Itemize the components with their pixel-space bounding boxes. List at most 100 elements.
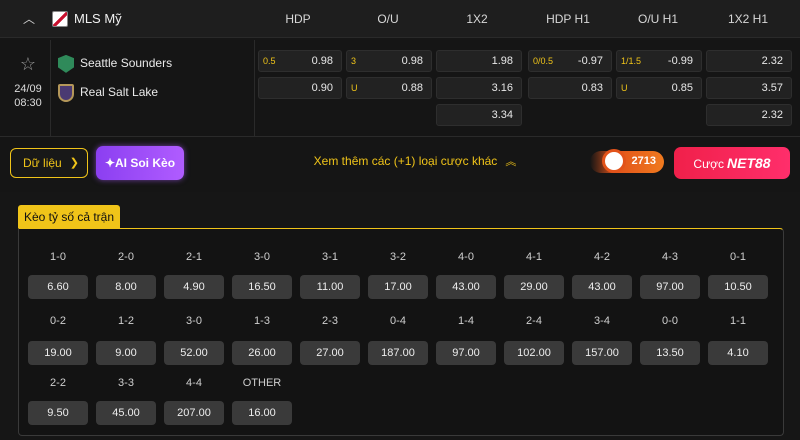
odds-value: 3.57 [761, 82, 783, 94]
odds-hdp-h1-away[interactable]: 0.83 [528, 77, 612, 99]
score-odds-button[interactable]: 16.50 [232, 275, 292, 299]
sparkle-icon: ✦ [104, 156, 116, 170]
hot-count-badge: 2713 [590, 149, 664, 173]
score-odds-button[interactable]: 4.10 [708, 341, 768, 365]
score-label: 1-0 [50, 251, 66, 263]
away-team-name: Real Salt Lake [80, 85, 159, 99]
score-odds-button[interactable]: 6.60 [28, 275, 88, 299]
score-odds-button[interactable]: 4.90 [164, 275, 224, 299]
odds-1x2-h1-draw[interactable]: 2.32 [706, 104, 792, 126]
score-label: 4-1 [526, 251, 542, 263]
odds-line: 3 [351, 56, 357, 66]
score-label: 2-0 [118, 251, 134, 263]
match-time: 08:30 [14, 97, 42, 109]
score-label: 3-0 [254, 251, 270, 263]
col-hdp-h1: HDP H1 [546, 12, 590, 26]
col-hdp: HDP [285, 12, 311, 26]
score-odds-button[interactable]: 13.50 [640, 341, 700, 365]
score-odds-button[interactable]: 8.00 [96, 275, 156, 299]
ai-analysis-button[interactable]: ✦AI Soi Kèo [96, 146, 184, 180]
odds-value: 1.98 [491, 55, 513, 67]
odds-ou-over[interactable]: 3 0.98 [346, 50, 432, 72]
data-button[interactable]: Dữ liệu ❯ [10, 148, 88, 178]
score-label: 0-4 [390, 315, 406, 327]
score-odds-button[interactable]: 16.00 [232, 401, 292, 425]
score-odds-button[interactable]: 27.00 [300, 341, 360, 365]
odds-1x2-draw[interactable]: 3.34 [436, 104, 522, 126]
away-team[interactable]: Real Salt Lake [58, 82, 158, 102]
score-odds-button[interactable]: 26.00 [232, 341, 292, 365]
col-ou: O/U [377, 12, 399, 26]
odds-line: U [351, 83, 358, 93]
odds-line: 0/0.5 [533, 56, 554, 66]
score-label: 4-3 [662, 251, 678, 263]
odds-1x2-home[interactable]: 1.98 [436, 50, 522, 72]
score-odds-button[interactable]: 43.00 [436, 275, 496, 299]
score-odds-button[interactable]: 97.00 [640, 275, 700, 299]
score-odds-button[interactable]: 29.00 [504, 275, 564, 299]
odds-hdp-h1-home[interactable]: 0/0.5 -0.97 [528, 50, 612, 72]
score-label: 2-3 [322, 315, 338, 327]
score-odds-button[interactable]: 52.00 [164, 341, 224, 365]
score-odds-button[interactable]: 43.00 [572, 275, 632, 299]
more-bets-label: Xem thêm các (+1) loại cược khác [313, 154, 498, 168]
league-name: MLS Mỹ [74, 11, 122, 26]
score-odds-button[interactable]: 17.00 [368, 275, 428, 299]
score-label: 0-1 [730, 251, 746, 263]
chevron-up-icon[interactable]: ︿ [22, 12, 36, 26]
score-odds-button[interactable]: 97.00 [436, 341, 496, 365]
odds-ou-under[interactable]: U 0.88 [346, 77, 432, 99]
soccer-ball-icon [602, 149, 626, 173]
favorite-star-icon[interactable]: ☆ [18, 54, 38, 74]
score-odds-button[interactable]: 9.50 [28, 401, 88, 425]
odds-ou-h1-under[interactable]: U 0.85 [616, 77, 702, 99]
odds-value: 0.83 [581, 82, 603, 94]
score-odds-button[interactable]: 10.50 [708, 275, 768, 299]
score-label: 3-2 [390, 251, 406, 263]
odds-1x2-away[interactable]: 3.16 [436, 77, 522, 99]
odds-hdp-home[interactable]: 0.5 0.98 [258, 50, 342, 72]
odds-value: 0.98 [401, 55, 423, 67]
score-odds-button[interactable]: 187.00 [368, 341, 428, 365]
league-header: ︿ MLS Mỹ HDP O/U 1X2 HDP H1 O/U H1 1X2 H… [0, 0, 800, 38]
score-odds-button[interactable]: 207.00 [164, 401, 224, 425]
home-team-name: Seattle Sounders [80, 56, 173, 70]
score-label: OTHER [242, 377, 282, 389]
more-bets-link[interactable]: Xem thêm các (+1) loại cược khác ︽ [255, 153, 575, 169]
odds-line: U [621, 83, 628, 93]
odds-1x2-h1-away[interactable]: 3.57 [706, 77, 792, 99]
score-label: 3-1 [322, 251, 338, 263]
odds-ou-h1-over[interactable]: 1/1.5 -0.99 [616, 50, 702, 72]
score-odds-button[interactable]: 11.00 [300, 275, 360, 299]
score-odds-button[interactable]: 102.00 [504, 341, 564, 365]
score-label: 2-1 [186, 251, 202, 263]
hot-count: 2713 [631, 155, 656, 167]
score-label: 4-4 [186, 377, 202, 389]
match-date: 24/09 [14, 83, 42, 95]
bet-net88-button[interactable]: Cược NET88 [674, 147, 790, 179]
score-odds-button[interactable]: 9.00 [96, 341, 156, 365]
score-label: 4-0 [458, 251, 474, 263]
odds-value: 0.90 [311, 82, 333, 94]
data-button-label: Dữ liệu [23, 156, 62, 170]
odds-value: 3.34 [491, 109, 513, 121]
score-odds-button[interactable]: 19.00 [28, 341, 88, 365]
score-label: 2-2 [50, 377, 66, 389]
tab-correct-score[interactable]: Kèo tỷ số cả trận [18, 205, 120, 229]
score-odds-button[interactable]: 45.00 [96, 401, 156, 425]
score-label: 4-2 [594, 251, 610, 263]
score-odds-button[interactable]: 157.00 [572, 341, 632, 365]
score-label: 0-0 [662, 315, 678, 327]
odds-value: 0.85 [671, 82, 693, 94]
odds-value: -0.97 [577, 55, 603, 67]
odds-hdp-away[interactable]: 0.90 [258, 77, 342, 99]
home-team[interactable]: Seattle Sounders [58, 53, 172, 73]
odds-value: 0.88 [401, 82, 423, 94]
odds-value: 0.98 [311, 55, 333, 67]
odds-value: 2.32 [761, 55, 783, 67]
odds-value: 3.16 [491, 82, 513, 94]
chevron-right-icon: ❯ [69, 157, 79, 169]
score-label: 1-4 [458, 315, 474, 327]
odds-1x2-h1-home[interactable]: 2.32 [706, 50, 792, 72]
score-label: 2-4 [526, 315, 542, 327]
